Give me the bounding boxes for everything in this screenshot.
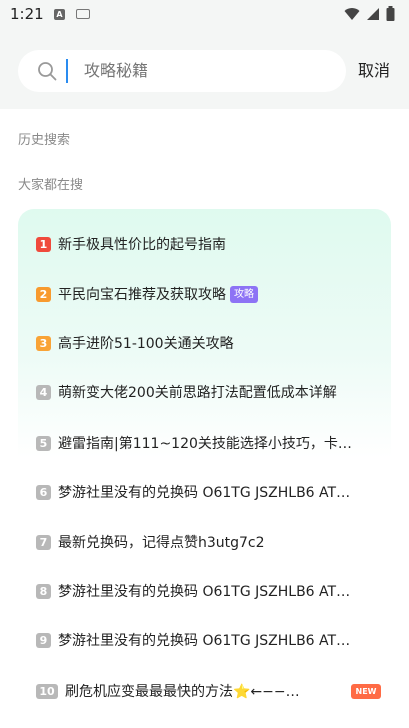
rank-badge: 7 <box>36 534 51 550</box>
list-item-text: 避雷指南|第111~120关技能选择小技巧，卡… <box>58 436 352 452</box>
list-item-text: 高手进阶51-100关通关攻略 <box>58 336 234 352</box>
search-icon <box>38 62 57 81</box>
history-search-label: 历史搜索 <box>18 133 71 148</box>
list-item[interactable]: 5 避雷指南|第111~120关技能选择小技巧，卡… <box>36 431 376 455</box>
rank-badge: 4 <box>36 384 51 400</box>
list-item[interactable]: 2 平民向宝石推荐及获取攻略 攻略 <box>36 282 376 306</box>
keyboard-icon <box>76 9 90 19</box>
list-item[interactable]: 7 最新兑换码，记得点赞h3utg7c2 <box>36 530 376 554</box>
rank-badge: 5 <box>36 435 51 451</box>
rank-badge: 1 <box>36 236 51 252</box>
list-item[interactable]: 10 刷危机应变最最最快的方法⭐←−−… <box>36 679 376 703</box>
list-item-text: 梦游社里没有的兑换码 O61TG JSZHLB6 AT… <box>58 485 351 501</box>
status-icons <box>344 6 395 21</box>
list-item[interactable]: 3 高手进阶51-100关通关攻略 <box>36 331 376 355</box>
list-item-text: 最新兑换码，记得点赞h3utg7c2 <box>58 535 265 551</box>
list-item-text: 新手极具性价比的起号指南 <box>58 237 226 253</box>
status-bar: 1:21 A <box>0 0 409 30</box>
list-item-text: 刷危机应变最最最快的方法⭐←−−… <box>65 684 300 700</box>
list-item[interactable]: 1 新手极具性价比的起号指南 <box>36 232 376 256</box>
text-caret <box>66 59 68 83</box>
list-item-text: 萌新变大佬200关前思路打法配置低成本详解 <box>58 385 337 401</box>
list-item[interactable]: 9 梦游社里没有的兑换码 O61TG JSZHLB6 AT… <box>36 628 376 652</box>
rank-badge: 2 <box>36 286 51 302</box>
signal-icon <box>367 7 379 20</box>
trending-search-label: 大家都在搜 <box>18 178 84 193</box>
battery-icon <box>386 6 395 21</box>
rank-badge: 3 <box>36 335 51 351</box>
notification-icon: A <box>54 9 65 20</box>
rank-badge: 6 <box>36 484 51 500</box>
status-time: 1:21 <box>10 5 44 23</box>
rank-badge: 9 <box>36 632 51 648</box>
cancel-button[interactable]: 取消 <box>358 60 390 82</box>
new-badge: NEW <box>351 684 381 699</box>
search-header: 取消 <box>0 30 409 109</box>
rank-badge: 8 <box>36 583 51 599</box>
list-item[interactable]: 8 梦游社里没有的兑换码 O61TG JSZHLB6 AT… <box>36 579 376 603</box>
wifi-icon <box>344 7 360 20</box>
search-input[interactable] <box>84 50 324 92</box>
list-item-text: 平民向宝石推荐及获取攻略 <box>58 287 226 303</box>
list-item[interactable]: 4 萌新变大佬200关前思路打法配置低成本详解 <box>36 380 376 404</box>
rank-badge: 10 <box>36 683 58 699</box>
list-item-text: 梦游社里没有的兑换码 O61TG JSZHLB6 AT… <box>58 633 351 649</box>
list-item-text: 梦游社里没有的兑换码 O61TG JSZHLB6 AT… <box>58 584 351 600</box>
list-item[interactable]: 6 梦游社里没有的兑换码 O61TG JSZHLB6 AT… <box>36 480 376 504</box>
guide-tag: 攻略 <box>230 285 258 303</box>
